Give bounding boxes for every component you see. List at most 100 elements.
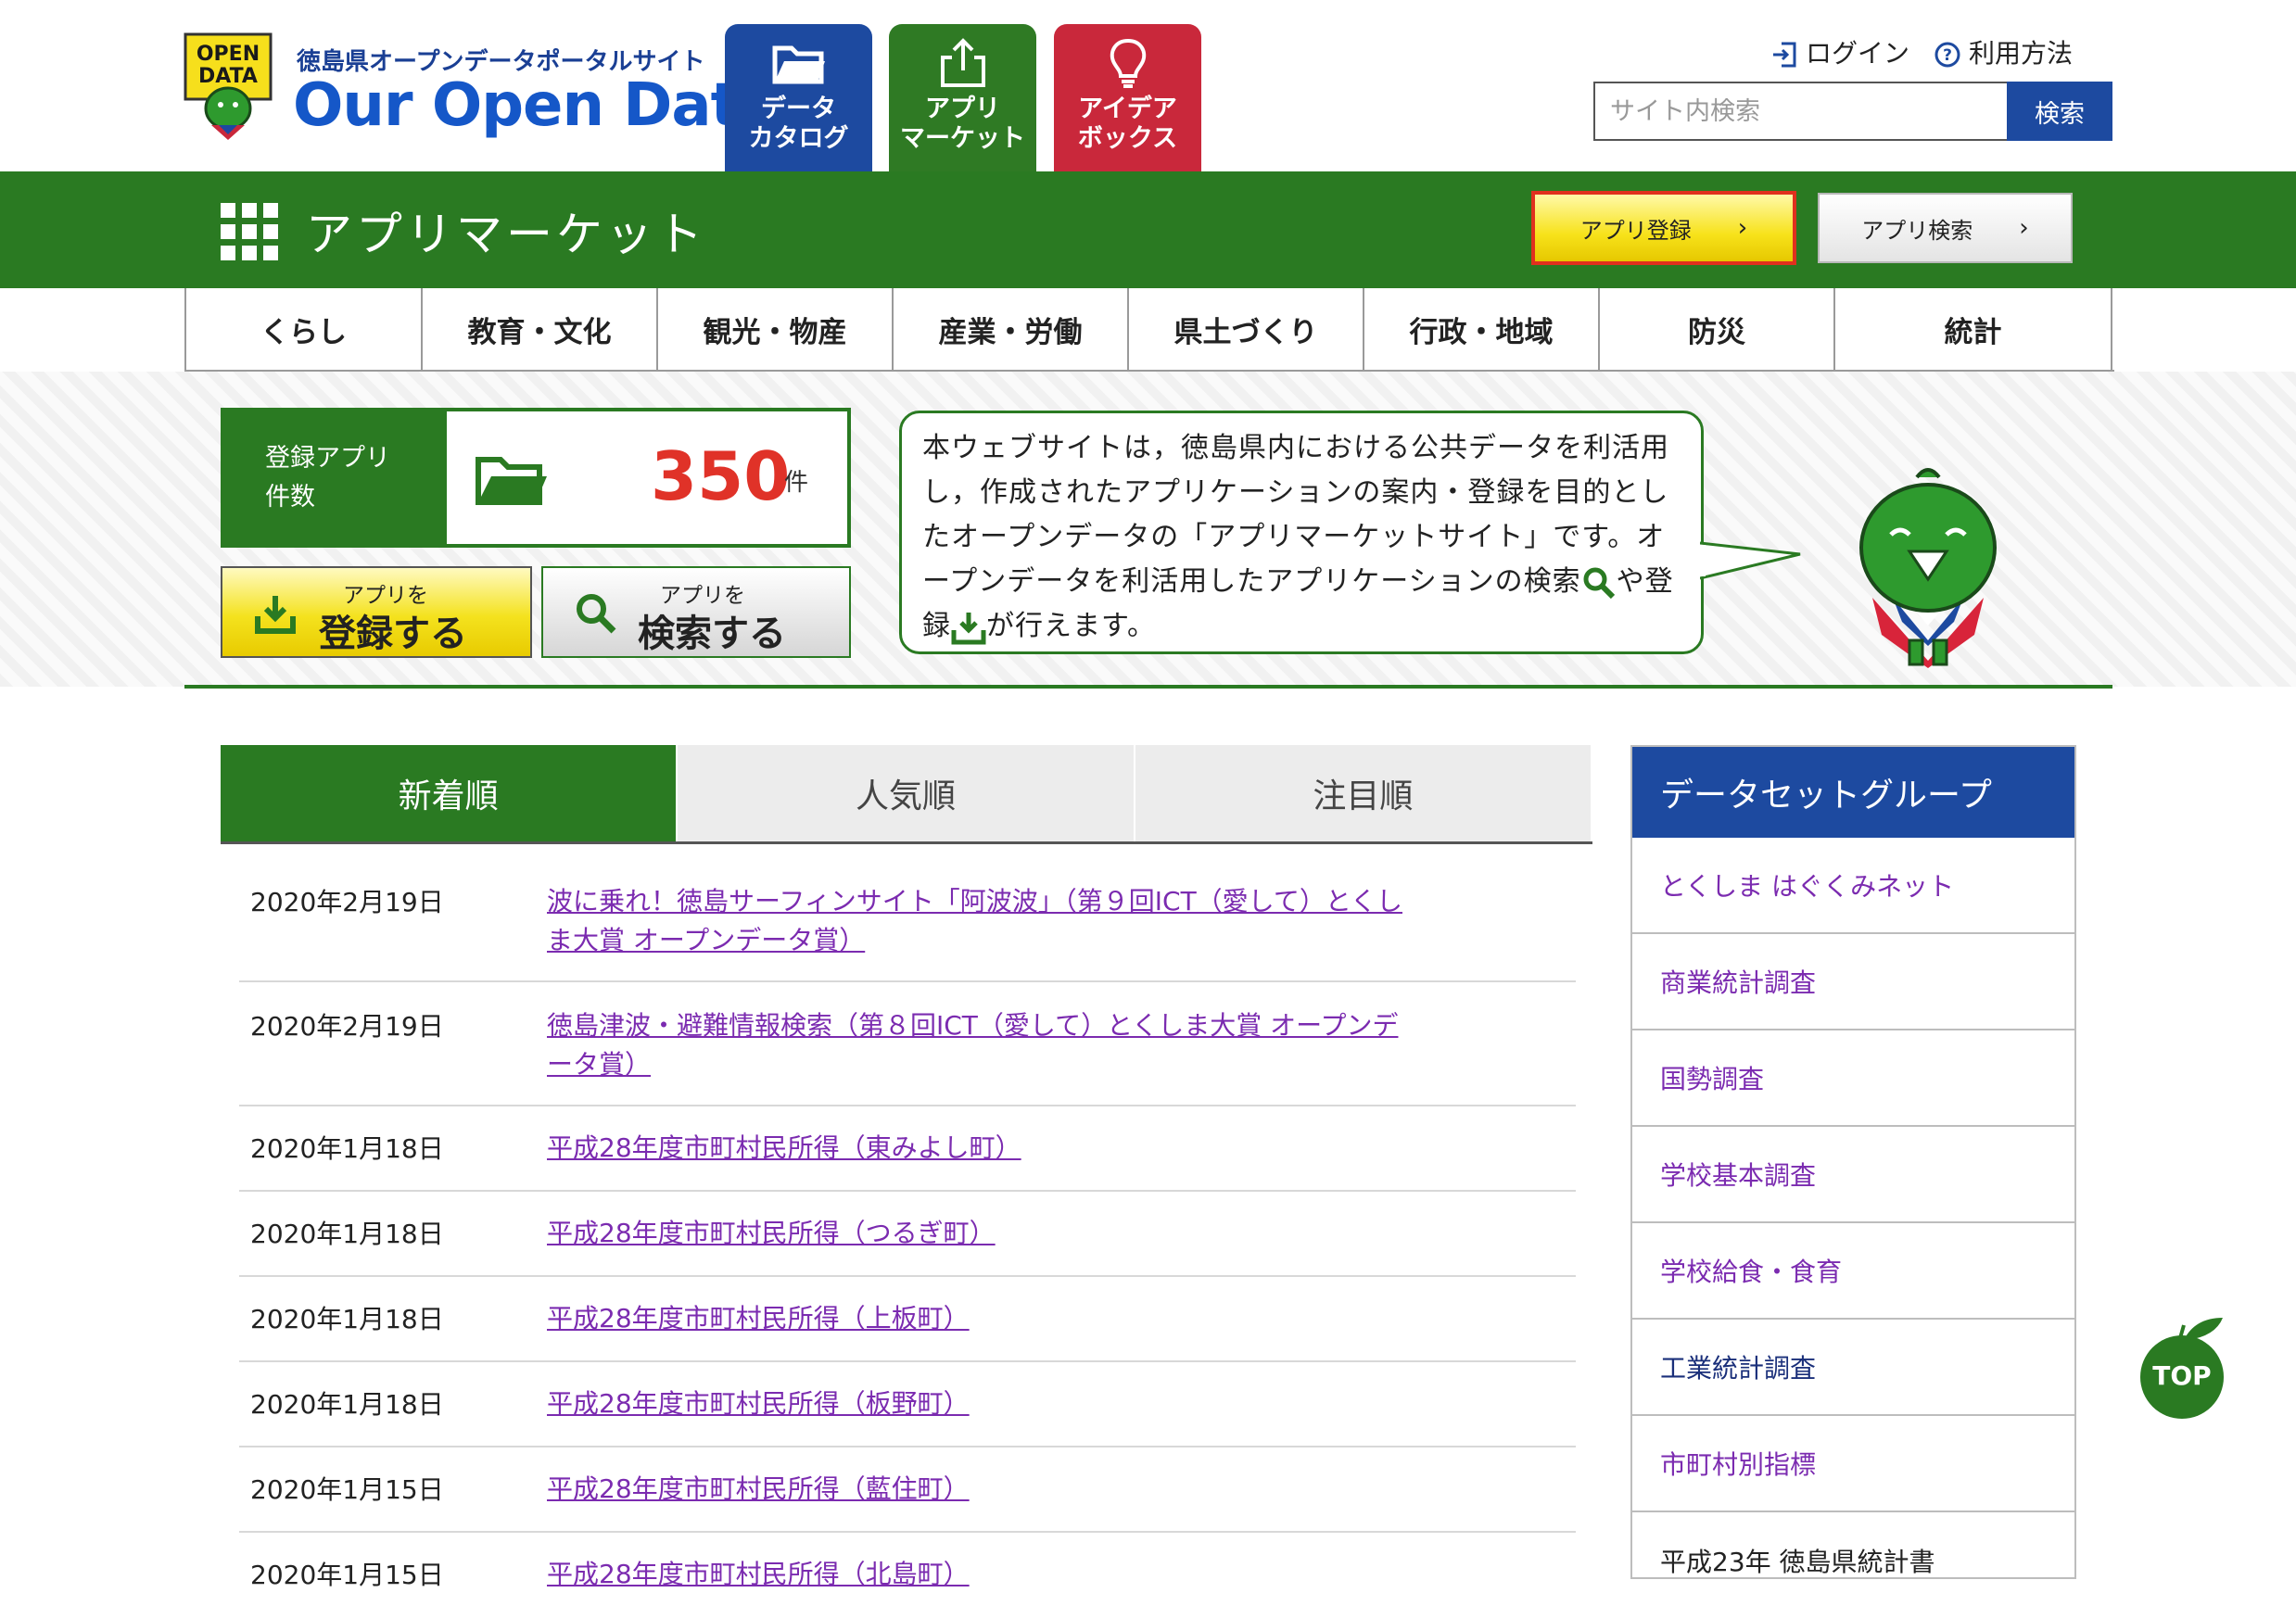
folder-icon bbox=[772, 45, 825, 84]
folder-icon bbox=[476, 457, 547, 505]
intro-description: 本ウェブサイトは，徳島県内における公共データを利活用し，作成されたアプリケーショ… bbox=[922, 426, 1681, 649]
dataset-group-sidebar: データセットグループ とくしま はぐくみネット 商業統計調査 国勢調査 学校基本… bbox=[1630, 745, 2076, 1579]
sidebar-title: データセットグループ bbox=[1632, 747, 2074, 838]
count-label: 登録アプリ 件数 bbox=[265, 439, 432, 517]
news-title-link[interactable]: 平成28年度市町村民所得（上板町） bbox=[547, 1299, 1418, 1360]
category-education-culture[interactable]: 教育・文化 bbox=[423, 288, 658, 370]
svg-text:DATA: DATA bbox=[198, 65, 258, 88]
search-icon bbox=[1583, 567, 1615, 599]
site-search-input[interactable] bbox=[1593, 82, 2007, 141]
app-search-button[interactable]: アプリ検索 › bbox=[1818, 193, 2073, 263]
count-label-line2: 件数 bbox=[265, 483, 315, 512]
sidebar-link[interactable]: 国勢調査 bbox=[1660, 1059, 1764, 1096]
news-title-link[interactable]: 波に乗れ！徳島サーフィンサイト「阿波波」（第９回ICT（愛して）とくしま大賞 オ… bbox=[547, 882, 1418, 980]
news-date: 2020年2月19日 bbox=[250, 887, 444, 917]
intro-divider bbox=[184, 685, 2112, 689]
nav-tile-idea-box[interactable]: アイデア ボックス bbox=[1054, 24, 1201, 171]
sidebar-item: 平成23年 徳島県統計書 bbox=[1632, 1512, 2074, 1609]
intro-text-part3: が行えます。 bbox=[986, 610, 1156, 642]
news-title-link[interactable]: 平成28年度市町村民所得（藍住町） bbox=[547, 1470, 1418, 1531]
logo-wordmark[interactable]: Our Open Data bbox=[293, 69, 778, 143]
category-kurashi[interactable]: くらし bbox=[186, 288, 423, 370]
chevron-right-icon: › bbox=[2019, 214, 2029, 242]
tab-featured[interactable]: 注目順 bbox=[1135, 745, 1592, 841]
news-title-link[interactable]: 平成28年度市町村民所得（東みよし町） bbox=[547, 1129, 1418, 1190]
app-count-value: 350 bbox=[651, 437, 791, 515]
list-item: 2020年1月18日 平成28年度市町村民所得（上板町） bbox=[239, 1277, 1576, 1362]
question-icon: ? bbox=[1934, 42, 1960, 68]
svg-text:?: ? bbox=[1943, 46, 1952, 65]
list-item: 2020年1月15日 平成28年度市町村民所得（藍住町） bbox=[239, 1447, 1576, 1533]
register-large-label: 登録する bbox=[319, 613, 467, 655]
intro-text-part1: 本ウェブサイトは，徳島県内における公共データを利活用し，作成されたアプリケーショ… bbox=[922, 432, 1669, 598]
nav-tile-app-market[interactable]: アプリ マーケット bbox=[889, 24, 1036, 171]
search-app-button[interactable]: アプリを 検索する bbox=[541, 566, 851, 658]
nav-tile-label: カタログ bbox=[748, 124, 849, 153]
sidebar-link[interactable]: 学校基本調査 bbox=[1660, 1156, 1816, 1193]
app-search-label: アプリ検索 bbox=[1861, 217, 1973, 244]
app-news-list: 2020年2月19日 波に乗れ！徳島サーフィンサイト「阿波波」（第９回ICT（愛… bbox=[239, 841, 1576, 1618]
list-item: 2020年2月19日 徳島津波・避難情報検索（第８回ICT（愛して）とくしま大賞… bbox=[239, 982, 1576, 1106]
news-title-link[interactable]: 平成28年度市町村民所得（板野町） bbox=[547, 1384, 1418, 1446]
category-administration-region[interactable]: 行政・地域 bbox=[1364, 288, 1600, 370]
register-app-button[interactable]: アプリを 登録する bbox=[221, 566, 532, 658]
grid-menu-icon bbox=[221, 203, 278, 260]
sidebar-link[interactable]: 工業統計調査 bbox=[1660, 1348, 1816, 1385]
magnifier-icon bbox=[577, 594, 616, 634]
news-title-link[interactable]: 平成28年度市町村民所得（つるぎ町） bbox=[547, 1214, 1418, 1275]
upload-icon bbox=[940, 38, 985, 87]
page-title: アプリマーケット bbox=[306, 208, 706, 261]
app-register-button[interactable]: アプリ登録 › bbox=[1531, 191, 1796, 265]
svg-text:OPEN: OPEN bbox=[197, 43, 260, 66]
count-label-line1: 登録アプリ bbox=[265, 444, 390, 473]
list-item: 2020年1月18日 平成28年度市町村民所得（板野町） bbox=[239, 1362, 1576, 1447]
category-menu: くらし 教育・文化 観光・物産 産業・労働 県土づくり 行政・地域 防災 統計 bbox=[184, 288, 2114, 372]
sidebar-link[interactable]: 市町村別指標 bbox=[1660, 1445, 1816, 1482]
tab-popular[interactable]: 人気順 bbox=[678, 745, 1135, 841]
news-title-link[interactable]: 平成28年度市町村民所得（北島町） bbox=[547, 1555, 1418, 1618]
news-title-link[interactable]: 徳島津波・避難情報検索（第８回ICT（愛して）とくしま大賞 オープンデータ賞） bbox=[547, 1006, 1418, 1105]
sidebar-item: 国勢調査 bbox=[1632, 1030, 2074, 1127]
sidebar-link[interactable]: とくしま はぐくみネット bbox=[1660, 866, 1954, 904]
search-large-label: 検索する bbox=[638, 613, 786, 655]
nav-tile-label: ボックス bbox=[1077, 124, 1178, 153]
intro-speech-bubble: 本ウェブサイトは，徳島県内における公共データを利活用し，作成されたアプリケーショ… bbox=[899, 411, 1704, 654]
open-data-logo-icon[interactable]: OPEN DATA bbox=[184, 32, 273, 142]
sidebar-item: 工業統計調査 bbox=[1632, 1320, 2074, 1416]
category-industry-labor[interactable]: 産業・労働 bbox=[894, 288, 1129, 370]
nav-tile-label: マーケット bbox=[900, 124, 1025, 153]
sidebar-link[interactable]: 学校給食・食育 bbox=[1660, 1252, 1842, 1289]
category-disaster-prevention[interactable]: 防災 bbox=[1600, 288, 1835, 370]
back-to-top-button[interactable]: TOP bbox=[2137, 1312, 2226, 1422]
sort-tabs: 新着順 人気順 注目順 bbox=[221, 745, 1592, 844]
list-item: 2020年1月15日 平成28年度市町村民所得（北島町） bbox=[239, 1533, 1576, 1618]
news-date: 2020年1月18日 bbox=[250, 1304, 444, 1334]
download-icon bbox=[951, 612, 986, 644]
login-link[interactable]: ログイン bbox=[1770, 33, 1909, 70]
sidebar-link[interactable]: 平成23年 徳島県統計書 bbox=[1660, 1542, 1935, 1579]
news-date: 2020年1月18日 bbox=[250, 1133, 444, 1164]
nav-tile-label: データ bbox=[761, 95, 836, 123]
sidebar-item: 商業統計調査 bbox=[1632, 934, 2074, 1030]
login-icon bbox=[1773, 42, 1796, 68]
nav-tile-data-catalog[interactable]: データ カタログ bbox=[725, 24, 872, 171]
tab-newest[interactable]: 新着順 bbox=[221, 745, 679, 841]
download-icon bbox=[255, 596, 296, 634]
list-item: 2020年2月19日 波に乗れ！徳島サーフィンサイト「阿波波」（第９回ICT（愛… bbox=[239, 841, 1576, 982]
sidebar-link[interactable]: 商業統計調査 bbox=[1660, 963, 1816, 1000]
site-search-button[interactable]: 検索 bbox=[2007, 82, 2112, 141]
category-tourism-products[interactable]: 観光・物産 bbox=[658, 288, 894, 370]
help-label: 利用方法 bbox=[1969, 38, 2074, 69]
category-statistics[interactable]: 統計 bbox=[1835, 288, 2112, 370]
nav-tile-label: アイデア bbox=[1078, 95, 1177, 123]
sidebar-item: 学校基本調査 bbox=[1632, 1127, 2074, 1223]
app-count-unit: 件 bbox=[784, 469, 809, 497]
help-link[interactable]: ? 利用方法 bbox=[1934, 33, 2073, 70]
mascot-character-icon bbox=[1859, 468, 1997, 668]
category-land-development[interactable]: 県土づくり bbox=[1129, 288, 1364, 370]
lightbulb-icon bbox=[1110, 38, 1146, 88]
news-date: 2020年1月15日 bbox=[250, 1560, 444, 1590]
list-item: 2020年1月18日 平成28年度市町村民所得（東みよし町） bbox=[239, 1106, 1576, 1192]
news-date: 2020年2月19日 bbox=[250, 1011, 444, 1042]
news-date: 2020年1月18日 bbox=[250, 1389, 444, 1420]
